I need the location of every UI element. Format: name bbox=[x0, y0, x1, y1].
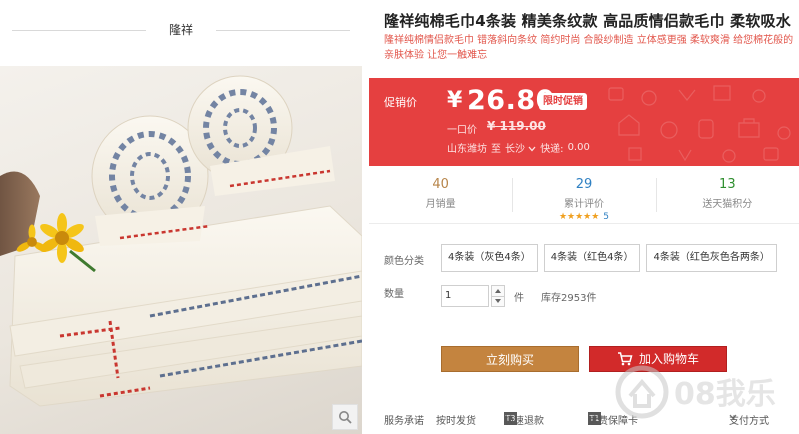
zoom-button[interactable] bbox=[332, 404, 358, 430]
promo-price-label: 促销价 bbox=[384, 96, 417, 109]
quantity-stepper bbox=[491, 285, 505, 307]
points-label: 送天猫积分 bbox=[702, 199, 753, 210]
chevron-down-icon bbox=[528, 146, 536, 152]
product-subtitle: 隆祥纯棉情侣款毛巾 错落斜向条纹 简约时尚 合股纱制造 立体感更强 柔软爽滑 给… bbox=[384, 35, 794, 61]
quantity-decrease-button[interactable] bbox=[491, 296, 505, 307]
arrow-down-icon bbox=[495, 299, 501, 304]
brand-name[interactable]: 隆祥 bbox=[146, 21, 216, 38]
monthly-sales-label: 月销量 bbox=[425, 199, 456, 210]
reviews-value: 29 bbox=[575, 177, 593, 192]
divider bbox=[216, 30, 350, 31]
buy-now-button[interactable]: 立刻购买 bbox=[441, 346, 579, 372]
ship-fee: 0.00 bbox=[567, 142, 590, 153]
product-image[interactable] bbox=[0, 66, 362, 434]
ship-to-label: 至 bbox=[491, 144, 501, 155]
stat-monthly-sales: 40 月销量 bbox=[369, 166, 512, 223]
reviews-label: 累计评价 bbox=[563, 199, 604, 210]
price-currency: ¥ bbox=[447, 88, 463, 113]
service-label: 服务承诺 bbox=[384, 416, 424, 427]
quantity-label: 数量 bbox=[384, 289, 404, 300]
price-panel: 促销价 ¥ 26.80 限时促销 一口价 ¥ 119.00 山东潍坊 至 长沙 … bbox=[369, 78, 799, 166]
arrow-up-icon bbox=[495, 288, 501, 293]
product-title: 隆祥纯棉毛巾4条装 精美条纹款 高品质情侣款毛巾 柔软吸水 bbox=[384, 12, 791, 30]
service-item[interactable]: 按时发货 bbox=[436, 412, 476, 427]
color-option[interactable]: 4条装（红色4条） bbox=[543, 244, 641, 272]
color-options: 4条装（灰色4条） 4条装（红色4条） 4条装（红色灰色各两条） bbox=[441, 244, 777, 272]
watermark: 08我乐 bbox=[610, 350, 799, 434]
shipping-info: 山东潍坊 至 长沙 快递: 0.00 bbox=[447, 140, 590, 155]
stock-count: 库存2953件 bbox=[541, 293, 597, 304]
rating-stars: ★★★★★ 5 bbox=[512, 212, 655, 222]
service-item: 极速退款 bbox=[504, 416, 544, 427]
monthly-sales-value: 40 bbox=[432, 177, 449, 192]
stat-points: 13 送天猫积分 bbox=[655, 166, 799, 223]
star-icons: ★★★★★ bbox=[558, 212, 600, 222]
ship-destination: 长沙 bbox=[505, 144, 525, 155]
original-price-label: 一口价 bbox=[447, 125, 477, 136]
stats-bar: 40 月销量 29 累计评价 ★★★★★ 5 13 送天猫积分 bbox=[369, 166, 799, 224]
rating-value: 5 bbox=[603, 212, 610, 222]
quantity-increase-button[interactable] bbox=[491, 285, 505, 297]
magnifier-icon bbox=[339, 411, 352, 424]
ship-origin: 山东潍坊 bbox=[447, 144, 487, 155]
ship-fee-label: 快递: bbox=[540, 144, 564, 155]
original-price: ¥ 119.00 bbox=[487, 119, 546, 133]
decorative-pattern bbox=[608, 85, 791, 163]
product-gallery: 隆祥 bbox=[0, 0, 362, 434]
watermark-logo-icon: 08我乐 bbox=[615, 365, 776, 419]
watermark-text: 08我乐 bbox=[674, 377, 776, 412]
towels-illustration bbox=[0, 75, 362, 407]
quantity-unit: 件 bbox=[514, 293, 524, 304]
color-option[interactable]: 4条装（红色灰色各两条） bbox=[646, 244, 777, 272]
ship-destination-select[interactable]: 长沙 bbox=[505, 140, 536, 155]
points-value: 13 bbox=[719, 177, 736, 192]
brand-header: 隆祥 bbox=[0, 0, 362, 60]
divider bbox=[12, 30, 146, 31]
color-option[interactable]: 4条装（灰色4条） bbox=[441, 244, 538, 272]
quantity-input[interactable]: 1 bbox=[441, 285, 489, 307]
color-label: 颜色分类 bbox=[384, 256, 424, 267]
promo-badge: 限时促销 bbox=[539, 93, 587, 110]
stat-reviews[interactable]: 29 累计评价 ★★★★★ 5 bbox=[512, 166, 655, 223]
